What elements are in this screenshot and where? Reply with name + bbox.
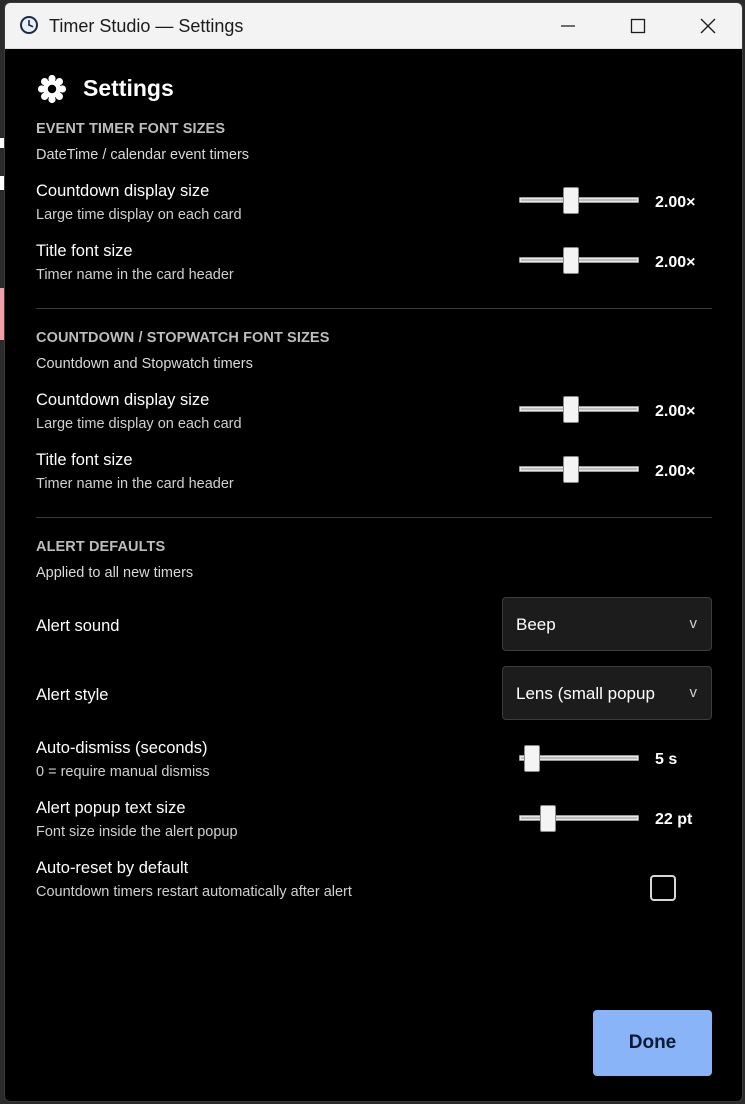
slider-track[interactable]	[519, 257, 639, 263]
slider-track[interactable]	[519, 197, 639, 203]
slider-track[interactable]	[519, 406, 639, 412]
setting-label: Title font size	[36, 451, 133, 469]
auto-reset-label: Auto-reset by default	[36, 859, 189, 877]
section-subtitle: Countdown and Stopwatch timers	[36, 356, 253, 372]
alert-style-select[interactable]: Lens (small popup v	[502, 666, 712, 720]
slider-value: 2.00×	[655, 463, 696, 480]
popup-text-size-description: Font size inside the alert popup	[36, 824, 238, 840]
gear-icon	[37, 74, 67, 104]
chevron-down-icon: v	[689, 615, 698, 632]
auto-dismiss-slider[interactable]	[519, 745, 639, 773]
clock-icon	[20, 16, 38, 34]
title-bar[interactable]: Timer Studio — Settings	[5, 3, 742, 49]
alert-style-label: Alert style	[36, 686, 109, 704]
auto-dismiss-label: Auto-dismiss (seconds)	[36, 739, 208, 757]
alert-style-value: Lens (small popup	[516, 684, 655, 703]
slider-track[interactable]	[519, 466, 639, 472]
popup-text-size-slider[interactable]	[519, 805, 639, 833]
popup-text-size-label: Alert popup text size	[36, 799, 186, 817]
section-subtitle: DateTime / calendar event timers	[36, 147, 250, 163]
setting-description: Large time display on each card	[36, 207, 242, 223]
slider-thumb[interactable]	[563, 396, 579, 423]
countdown-display-size-slider[interactable]	[519, 396, 639, 424]
alert-sound-select[interactable]: Beep v	[502, 597, 712, 651]
close-button[interactable]	[673, 3, 742, 49]
auto-dismiss-description: 0 = require manual dismiss	[36, 764, 210, 780]
section-title-alert-defaults: ALERT DEFAULTS	[36, 539, 166, 555]
slider-value: 5 s	[655, 751, 678, 768]
window-title: Timer Studio — Settings	[49, 16, 244, 36]
maximize-icon	[630, 18, 646, 34]
chevron-down-icon: v	[689, 684, 698, 701]
done-button[interactable]: Done	[593, 1010, 712, 1076]
section-divider	[36, 517, 712, 518]
settings-window: Timer Studio — Settings Settings EVENT T…	[4, 2, 743, 1102]
maximize-button[interactable]	[603, 3, 673, 49]
section-title-event-timer-font-sizes: EVENT TIMER FONT SIZES	[36, 121, 226, 137]
setting-description: Timer name in the card header	[36, 267, 234, 283]
minimize-icon	[561, 25, 575, 27]
event-title-size-slider[interactable]	[519, 247, 639, 275]
settings-content: Settings EVENT TIMER FONT SIZES DateTime…	[5, 49, 742, 1101]
section-title-countdown-stopwatch-font-sizes: COUNTDOWN / STOPWATCH FONT SIZES	[36, 330, 330, 346]
setting-description: Timer name in the card header	[36, 476, 234, 492]
page-title: Settings	[83, 75, 174, 101]
slider-thumb[interactable]	[540, 805, 556, 832]
setting-description: Large time display on each card	[36, 416, 242, 432]
countdown-title-size-slider[interactable]	[519, 456, 639, 484]
auto-reset-description: Countdown timers restart automatically a…	[36, 884, 352, 900]
slider-value: 2.00×	[655, 403, 696, 420]
slider-track[interactable]	[519, 815, 639, 821]
slider-value: 2.00×	[655, 194, 696, 211]
slider-thumb[interactable]	[563, 247, 579, 274]
alert-sound-value: Beep	[516, 615, 556, 634]
setting-label: Countdown display size	[36, 391, 210, 409]
alert-sound-label: Alert sound	[36, 617, 120, 635]
section-subtitle: Applied to all new timers	[36, 565, 194, 581]
slider-value: 22 pt	[655, 811, 693, 828]
setting-label: Countdown display size	[36, 182, 210, 200]
slider-thumb[interactable]	[524, 745, 540, 772]
setting-label: Title font size	[36, 242, 133, 260]
slider-thumb[interactable]	[563, 456, 579, 483]
auto-reset-checkbox[interactable]	[650, 875, 676, 901]
event-countdown-size-slider[interactable]	[519, 187, 639, 215]
minimize-button[interactable]	[533, 3, 603, 49]
slider-thumb[interactable]	[563, 187, 579, 214]
section-divider	[36, 308, 712, 309]
close-icon	[700, 18, 716, 34]
slider-value: 2.00×	[655, 254, 696, 271]
